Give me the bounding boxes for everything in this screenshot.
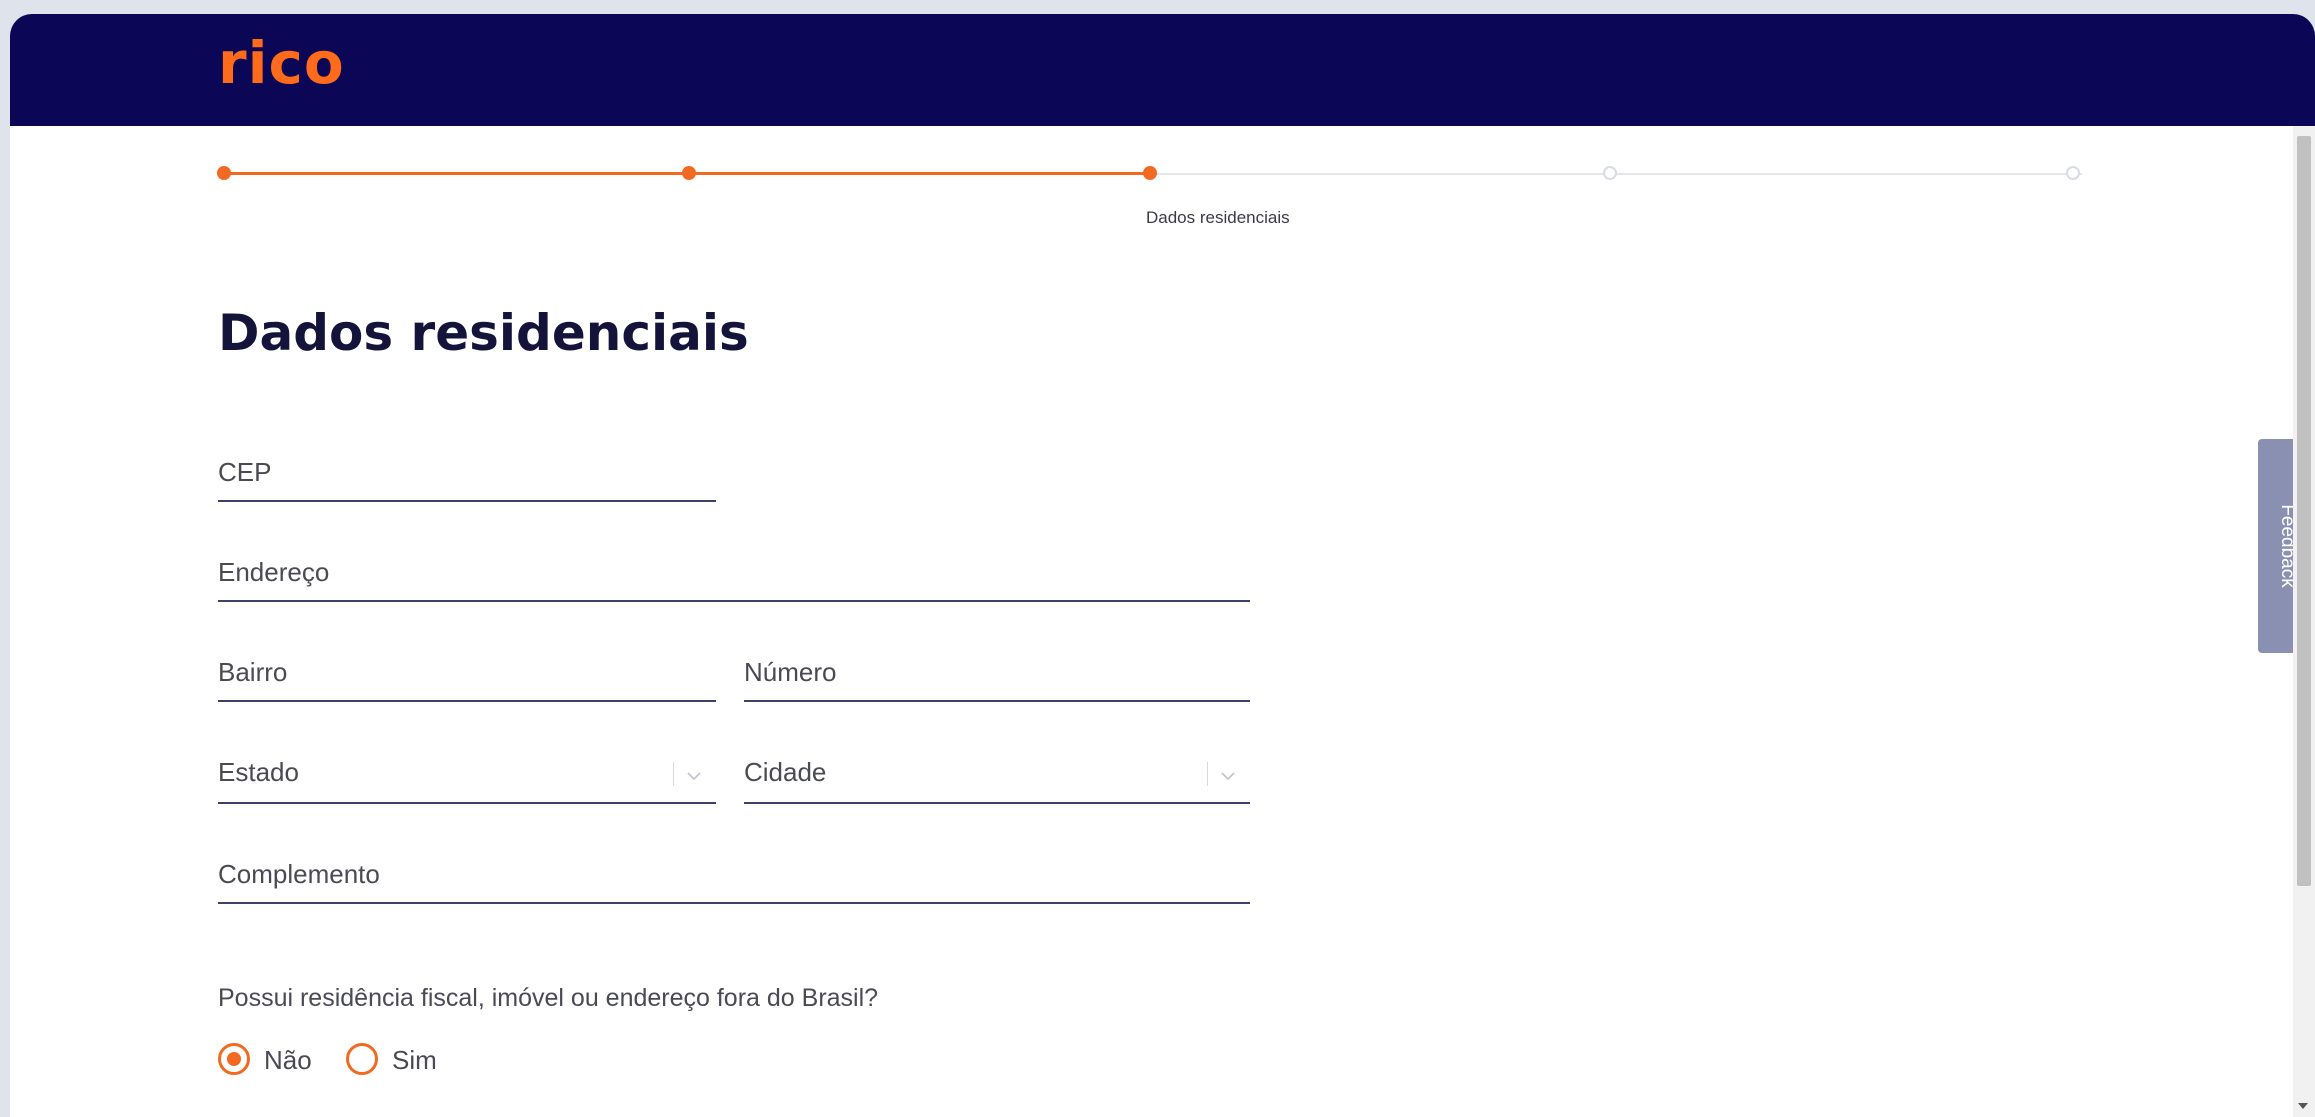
complemento-field [218,846,1250,904]
cep-field [218,444,716,502]
current-step-label: Dados residenciais [1146,208,1290,227]
scroll-down-arrow-icon[interactable] [2298,1103,2308,1109]
step-4-dot [1603,166,1617,180]
step-5-dot [2066,166,2080,180]
scrollbar-thumb[interactable] [2297,136,2311,886]
cidade-select-separator [1207,762,1208,786]
step-2-dot [682,166,696,180]
estado-select-label: Estado [218,757,299,787]
radio-sim-label[interactable]: Sim [392,1045,437,1076]
numero-input[interactable] [744,657,1250,688]
cidade-select[interactable]: Cidade [744,746,1250,804]
bairro-field [218,644,716,702]
chevron-down-icon[interactable] [1218,768,1238,784]
browser-viewport: rico Dados residenciais Dados residencia… [10,14,2315,1117]
radio-nao[interactable] [218,1043,250,1075]
numero-field [744,644,1250,702]
progress-stepper: Dados residenciais [10,154,2315,234]
foreign-residence-question: Possui residência fiscal, imóvel ou ende… [218,984,879,1012]
vertical-scrollbar[interactable] [2293,126,2315,1117]
radio-nao-label[interactable]: Não [264,1045,312,1076]
chevron-down-icon[interactable] [684,768,704,784]
estado-select-separator [673,762,674,786]
page-title: Dados residenciais [218,304,749,362]
top-header: rico [10,14,2315,126]
radio-nao-selected-dot [227,1052,241,1066]
endereco-field [218,544,1250,602]
rico-logo[interactable]: rico [218,34,345,92]
estado-select[interactable]: Estado [218,746,716,804]
cep-input[interactable] [218,457,716,488]
endereco-input[interactable] [218,557,1250,588]
step-3-dot [1143,166,1157,180]
complemento-input[interactable] [218,859,1250,890]
radio-sim[interactable] [346,1043,378,1075]
bairro-input[interactable] [218,657,716,688]
step-1-dot [217,166,231,180]
cidade-select-label: Cidade [744,757,827,787]
